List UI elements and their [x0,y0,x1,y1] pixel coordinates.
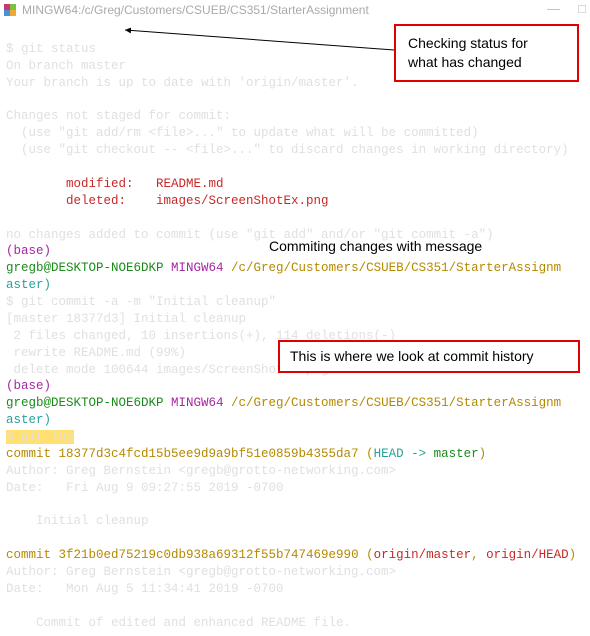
prompt-path: /c/Greg/Customers/CSUEB/CS351/StarterAss… [231,396,561,410]
annotation-status: Checking status for what has changed [394,24,579,82]
out-modified: modified: README.md [6,177,224,191]
out-changes-header: Changes not staged for commit: [6,109,231,123]
prompt-mingw: MINGW64 [164,396,232,410]
window-controls: — □ [547,0,586,18]
window-title: MINGW64:/c/Greg/Customers/CSUEB/CS351/St… [22,2,369,18]
mingw-icon [4,4,16,16]
prompt-user: gregb@DESKTOP-NOE6DKP [6,396,164,410]
log-date: Date: Fri Aug 9 09:27:55 2019 -0700 [6,481,284,495]
out-commit-result: [master 18377d3] Initial cleanup [6,312,246,326]
log-author: Author: Greg Bernstein <gregb@grotto-net… [6,565,396,579]
cmd-git-status: $ git status [6,42,96,56]
out-rewrite: rewrite README.md (99%) [6,346,186,360]
minimize-button[interactable]: — [547,0,560,18]
log-commit-1: commit 18377d3c4fcd15b5ee9d9a9bf51e0859b… [6,447,486,461]
conda-base: (base) [6,244,51,258]
prompt-line: gregb@DESKTOP-NOE6DKP MINGW64 /c/Greg/Cu… [6,396,561,410]
window-titlebar: MINGW64:/c/Greg/Customers/CSUEB/CS351/St… [0,0,590,20]
prompt-mingw: MINGW64 [164,261,232,275]
prompt-line: gregb@DESKTOP-NOE6DKP MINGW64 /c/Greg/Cu… [6,261,561,275]
maximize-button[interactable]: □ [578,0,586,18]
annotation-history: This is where we look at commit history [278,340,580,373]
cmd-git-commit: $ git commit -a -m "Initial cleanup" [6,295,276,309]
log-msg: Commit of edited and enhanced README fil… [6,616,351,630]
annotation-commit: Commiting changes with message [269,237,482,256]
log-commit-2: commit 3f21b0ed75219c0db938a69312f55b747… [6,548,576,562]
prompt-branch: aster) [6,413,51,427]
prompt-branch: aster) [6,278,51,292]
out-hint-add: (use "git add/rm <file>..." to update wh… [6,126,479,140]
conda-base: (base) [6,379,51,393]
prompt-user: gregb@DESKTOP-NOE6DKP [6,261,164,275]
log-author: Author: Greg Bernstein <gregb@grotto-net… [6,464,396,478]
out-deleted: deleted: images/ScreenShotEx.png [6,194,329,208]
out-hint-checkout: (use "git checkout -- <file>..." to disc… [6,143,569,157]
out-uptodate: Your branch is up to date with 'origin/m… [6,76,359,90]
terminal-output[interactable]: $ git status On branch master Your branc… [0,20,590,636]
annotation-text: Checking status for [408,34,565,53]
log-msg: Initial cleanup [6,514,149,528]
annotation-text: what has changed [408,53,565,72]
out-branch: On branch master [6,59,126,73]
log-date: Date: Mon Aug 5 11:34:41 2019 -0700 [6,582,284,596]
cmd-git-log: $ git log [6,430,74,444]
prompt-path: /c/Greg/Customers/CSUEB/CS351/StarterAss… [231,261,561,275]
